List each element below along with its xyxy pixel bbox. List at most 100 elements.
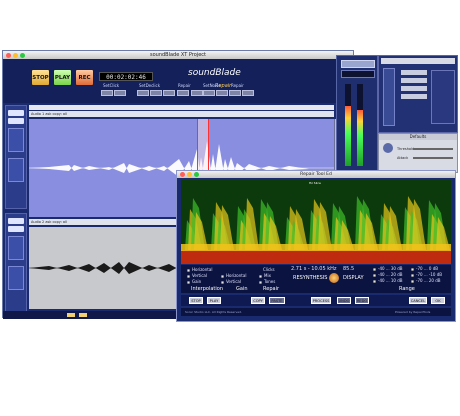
repair-button-bar: STOP PLAY COPY PASTE PROCESS UNDO REDO C…	[181, 295, 451, 306]
track2-mute-button[interactable]	[8, 218, 24, 224]
gain-vertical-radio[interactable]	[221, 281, 224, 284]
range-radio-4[interactable]	[411, 268, 414, 271]
defaults-panel: Defaults Threshold Attack	[378, 133, 458, 173]
meter-header	[341, 60, 375, 68]
track1-fader[interactable]	[8, 128, 24, 152]
range-label: Range	[399, 286, 415, 292]
range-option-3: -40 ... 10 dB	[378, 278, 403, 283]
attack-slider[interactable]	[413, 157, 453, 159]
range-radio-1[interactable]	[373, 268, 376, 271]
repair-footer-right: Powered by RepairTools	[395, 310, 431, 314]
repair-tones-radio[interactable]	[259, 281, 262, 284]
range-option-2: -40 ... 20 dB	[378, 272, 403, 277]
display-label: DISPLAY	[343, 275, 364, 281]
setclick-button-1[interactable]	[101, 90, 113, 96]
range-radio-6[interactable]	[411, 280, 414, 283]
repair-footer: Sonic Studio LLC. All Rights Reserved. P…	[181, 308, 451, 316]
repair-footer-left: Sonic Studio LLC. All Rights Reserved.	[185, 310, 242, 314]
gain-horizontal-radio[interactable]	[221, 275, 224, 278]
level-meter-panel	[336, 55, 378, 173]
repair-option-tones: Tones	[264, 279, 276, 284]
repair-button-2[interactable]	[191, 90, 203, 96]
setclick-label: SetClick	[103, 83, 120, 88]
repair-mix-radio[interactable]	[259, 275, 262, 278]
play-button[interactable]: PLAY	[53, 69, 72, 86]
stop-button[interactable]: STOP	[31, 69, 50, 86]
repair2-button-2[interactable]	[242, 90, 254, 96]
timeline-ruler[interactable]	[29, 105, 334, 110]
level-readout: 85.5	[343, 266, 355, 272]
repair-cancel-button[interactable]: CANCEL	[409, 297, 427, 304]
repair-stop-button[interactable]: STOP	[189, 297, 203, 304]
repair-tool-window: Repair Tool Ed Hz Slice Horizontal Verti…	[176, 170, 456, 322]
channel-controls[interactable]	[431, 70, 455, 124]
repair-titlebar: Repair Tool Ed	[177, 171, 455, 178]
setdeclick-label: SetDeclick	[139, 83, 161, 88]
setdeclick-button-3[interactable]	[163, 90, 175, 96]
setdeclick-button-2[interactable]	[150, 90, 162, 96]
track2-pan[interactable]	[8, 266, 24, 290]
interp-horizontal-radio[interactable]	[187, 269, 190, 272]
window-title: soundBlade XT Project	[150, 52, 206, 58]
repair-redo-button[interactable]: REDO	[355, 297, 369, 304]
repair-title: Repair Tool Ed	[300, 172, 332, 177]
gain-label: Gain	[236, 286, 248, 292]
setnoise-button-1[interactable]	[203, 90, 215, 96]
track2-controls[interactable]	[5, 213, 27, 315]
zoom-window-button[interactable]	[20, 52, 25, 58]
track2-fader[interactable]	[8, 236, 24, 260]
repair-paste-button[interactable]: PASTE	[269, 297, 285, 304]
minimize-window-button[interactable]	[13, 52, 18, 58]
setdeclick-button-1[interactable]	[137, 90, 149, 96]
channel-option-1[interactable]	[401, 70, 427, 75]
transport-bar: STOP PLAY REC 00:02:02:46 SetClick SetDe…	[3, 59, 353, 103]
channel-fader-strip[interactable]	[383, 68, 395, 126]
repair-controls: Horizontal Vertical Gain Interpolation H…	[181, 265, 451, 293]
resynthesis-knob-icon[interactable]	[329, 273, 339, 283]
repair-undo-button[interactable]: UNDO	[337, 297, 351, 304]
threshold-slider[interactable]	[413, 148, 453, 150]
defaults-knob-icon[interactable]	[383, 143, 393, 153]
repair-zoom-button[interactable]	[194, 172, 199, 177]
track1-controls[interactable]	[5, 105, 27, 209]
setclick-button-2[interactable]	[114, 90, 126, 96]
track1-header: Audio 1 ask copy: all	[29, 111, 334, 117]
track2-solo-button[interactable]	[8, 226, 24, 232]
repair-option-mix: Mix	[264, 273, 271, 278]
repair-close-button[interactable]	[180, 172, 185, 177]
range-radio-2[interactable]	[373, 274, 376, 277]
attack-label: Attack	[397, 156, 409, 160]
record-button[interactable]: REC	[75, 69, 94, 86]
range-radio-5[interactable]	[411, 274, 414, 277]
meter-readout	[341, 70, 375, 78]
interp-option-horizontal: Horizontal	[192, 267, 213, 272]
track1-mute-button[interactable]	[8, 110, 24, 116]
repair-ok-button[interactable]: OK	[431, 297, 445, 304]
range-radio-3[interactable]	[373, 280, 376, 283]
channel-option-4[interactable]	[401, 94, 427, 99]
repair-minimize-button[interactable]	[187, 172, 192, 177]
gain-option-vertical: Vertical	[226, 279, 241, 284]
range-option-5: -70 ... -10 dB	[416, 272, 442, 277]
marker-1[interactable]	[67, 313, 75, 317]
range-option-6: -70 ... 20 dB	[416, 278, 441, 283]
track1-solo-button[interactable]	[8, 118, 24, 124]
spectro-caption: Hz Slice	[309, 181, 321, 185]
close-window-button[interactable]	[6, 52, 11, 58]
track1-pan[interactable]	[8, 158, 24, 182]
repair-process-button[interactable]: PROCESS	[311, 297, 331, 304]
spectrogram-view[interactable]: Hz Slice	[181, 180, 451, 264]
marker-2[interactable]	[79, 313, 87, 317]
interp-vertical-radio[interactable]	[187, 275, 190, 278]
channel-option-2[interactable]	[401, 78, 427, 83]
interp-gain-radio[interactable]	[187, 281, 190, 284]
repair-play-button[interactable]: PLAY	[207, 297, 221, 304]
setnoise-button-2[interactable]	[216, 90, 228, 96]
range-option-1: -40 ... 30 dB	[378, 266, 403, 271]
repair-copy-button[interactable]: COPY	[251, 297, 265, 304]
channel-option-3[interactable]	[401, 86, 427, 91]
repair2-button-1[interactable]	[229, 90, 241, 96]
range-option-4: -70 ... 0 dB	[416, 266, 438, 271]
spectrogram-svg	[181, 180, 451, 264]
repair-button-1[interactable]	[177, 90, 189, 96]
